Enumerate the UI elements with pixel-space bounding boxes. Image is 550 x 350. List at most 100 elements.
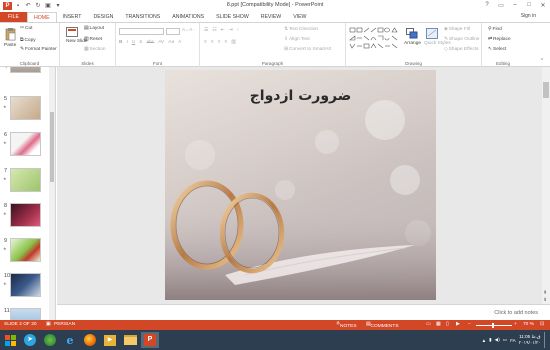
columns-icon[interactable]: ▥ bbox=[231, 40, 236, 45]
tray-overflow-icon[interactable]: ▲ bbox=[482, 338, 487, 343]
show-desktop-button[interactable] bbox=[544, 332, 547, 348]
slide-thumbnail[interactable] bbox=[10, 168, 41, 192]
maximize-button[interactable]: □ bbox=[522, 0, 536, 10]
zoom-slider[interactable] bbox=[476, 324, 512, 326]
normal-view-icon[interactable]: ▭ bbox=[426, 322, 431, 327]
change-case-icon[interactable]: Aa bbox=[168, 40, 174, 45]
collapse-ribbon-icon[interactable]: ⌃ bbox=[540, 59, 544, 64]
fit-slide-icon[interactable]: ⊡ bbox=[540, 322, 544, 327]
text-direction-button[interactable]: ⇅ Text Direction bbox=[284, 27, 318, 32]
current-slide[interactable]: ضرورت ازدواج bbox=[165, 70, 436, 300]
increase-indent-icon[interactable]: ⇥ bbox=[229, 28, 233, 33]
ribbon-display-icon[interactable]: ▭ bbox=[494, 0, 508, 10]
thumbnail-scrollbar[interactable] bbox=[49, 67, 55, 320]
quick-styles-icon[interactable] bbox=[426, 28, 438, 39]
decrease-indent-icon[interactable]: ⇤ bbox=[221, 28, 225, 33]
line-spacing-icon[interactable]: ↕ bbox=[237, 28, 239, 33]
bullets-icon[interactable]: ☰ bbox=[204, 28, 208, 33]
slide-thumbnail[interactable] bbox=[10, 67, 41, 73]
copy-button[interactable]: ⧉ Copy bbox=[20, 37, 36, 44]
input-language[interactable]: FA bbox=[510, 338, 516, 343]
powerpoint-taskbar-icon[interactable]: P bbox=[141, 332, 159, 348]
reset-button[interactable]: ▥ Reset bbox=[84, 37, 102, 42]
network-icon[interactable]: ▮ bbox=[489, 337, 492, 343]
shapes-gallery[interactable] bbox=[349, 27, 401, 51]
slide-thumbnail[interactable] bbox=[10, 96, 41, 120]
align-text-button[interactable]: ⇳ Align Text bbox=[284, 37, 310, 42]
italic-icon[interactable]: I bbox=[126, 40, 127, 45]
replace-button[interactable]: ⇄ Replace bbox=[488, 37, 511, 42]
shape-fill-button[interactable]: ◈ Shape Fill bbox=[444, 27, 470, 32]
zoom-in-icon[interactable]: + bbox=[514, 322, 517, 327]
language-indicator[interactable]: PERSIAN bbox=[54, 322, 75, 327]
slide-thumbnail[interactable] bbox=[10, 238, 41, 262]
slide-sorter-icon[interactable]: ▦ bbox=[436, 322, 441, 327]
numbering-icon[interactable]: ☷ bbox=[212, 28, 216, 33]
align-left-icon[interactable]: ≡ bbox=[204, 40, 207, 45]
prev-slide-icon[interactable]: ⇞ bbox=[543, 290, 547, 296]
smartart-button[interactable]: ⊞ Convert to SmartArt bbox=[284, 47, 331, 52]
globe-app-taskbar-icon[interactable] bbox=[41, 332, 59, 348]
notes-toggle[interactable]: ≙ NOTES bbox=[336, 322, 357, 329]
volume-icon[interactable]: ◀) bbox=[495, 337, 500, 343]
align-center-icon[interactable]: ≡ bbox=[211, 40, 214, 45]
shape-outline-button[interactable]: ✎ Shape Outline bbox=[444, 37, 479, 42]
bold-icon[interactable]: B bbox=[119, 40, 122, 45]
justify-icon[interactable]: ≡ bbox=[224, 40, 227, 45]
paste-button[interactable]: Paste bbox=[4, 43, 16, 48]
layout-button[interactable]: ▤ Layout bbox=[84, 26, 104, 31]
arrange-icon[interactable] bbox=[406, 28, 418, 39]
file-explorer-taskbar-icon[interactable] bbox=[121, 332, 139, 348]
align-right-icon[interactable]: ≡ bbox=[218, 40, 221, 45]
firefox-taskbar-icon[interactable] bbox=[81, 332, 99, 348]
tab-review[interactable]: REVIEW bbox=[255, 12, 287, 22]
internet-explorer-taskbar-icon[interactable]: e bbox=[61, 332, 79, 348]
help-icon[interactable]: ? bbox=[480, 0, 494, 10]
underline-icon[interactable]: U bbox=[132, 40, 135, 45]
editor-scrollbar-thumb[interactable] bbox=[543, 82, 549, 98]
zoom-out-icon[interactable]: – bbox=[468, 322, 471, 327]
comments-toggle[interactable]: ▤ COMMENTS bbox=[366, 322, 399, 329]
shape-effects-button[interactable]: ◇ Shape Effects bbox=[444, 47, 478, 52]
thumbnail-scrollbar-thumb[interactable] bbox=[50, 112, 54, 182]
close-button[interactable]: ✕ bbox=[536, 0, 550, 10]
tab-slide-show[interactable]: SLIDE SHOW bbox=[210, 12, 255, 22]
cut-button[interactable]: ✂ Cut bbox=[20, 26, 33, 31]
tab-animations[interactable]: ANIMATIONS bbox=[166, 12, 210, 22]
slideshow-icon[interactable]: ▶ bbox=[456, 322, 460, 327]
reading-view-icon[interactable]: ▯ bbox=[446, 322, 449, 327]
zoom-slider-thumb[interactable] bbox=[492, 322, 494, 328]
strikethrough-icon[interactable]: abc bbox=[146, 40, 154, 45]
zoom-level[interactable]: 70 % bbox=[523, 322, 534, 327]
slide-thumbnail[interactable] bbox=[10, 308, 41, 320]
font-grow-icons[interactable]: A ^ Aˇ bbox=[182, 28, 195, 33]
arrange-button[interactable]: Arrange bbox=[404, 41, 421, 46]
section-button[interactable]: ▦ Section bbox=[84, 47, 106, 52]
notes-pane[interactable]: Click to add notes bbox=[57, 304, 550, 320]
tab-view[interactable]: VIEW bbox=[287, 12, 312, 22]
tab-transitions[interactable]: TRANSITIONS bbox=[119, 12, 166, 22]
shadow-icon[interactable]: S bbox=[139, 40, 142, 45]
select-button[interactable]: ↖ Select bbox=[488, 47, 506, 52]
font-color-icon[interactable]: A bbox=[178, 40, 181, 45]
new-slide-icon[interactable] bbox=[66, 27, 78, 37]
telegram-taskbar-icon[interactable]: ➤ bbox=[21, 332, 39, 348]
sign-in-link[interactable]: Sign in bbox=[521, 13, 536, 19]
slide-title[interactable]: ضرورت ازدواج bbox=[165, 88, 436, 104]
slide-thumbnail[interactable] bbox=[10, 203, 41, 227]
tab-home[interactable]: HOME bbox=[26, 12, 57, 22]
tab-design[interactable]: DESIGN bbox=[87, 12, 119, 22]
minimize-button[interactable]: – bbox=[508, 0, 522, 10]
font-name-dropdown[interactable] bbox=[119, 28, 164, 35]
tab-file[interactable]: FILE bbox=[0, 12, 27, 22]
media-player-taskbar-icon[interactable]: ▶ bbox=[101, 332, 119, 348]
tab-insert[interactable]: INSERT bbox=[57, 12, 88, 22]
paste-icon[interactable] bbox=[5, 27, 16, 41]
find-button[interactable]: ⚲ Find bbox=[488, 27, 502, 32]
editor-scrollbar[interactable]: ⇞ ⇟ bbox=[542, 67, 550, 304]
font-size-dropdown[interactable] bbox=[166, 28, 180, 35]
format-painter-button[interactable]: ✎ Format Painter bbox=[20, 47, 57, 52]
char-spacing-icon[interactable]: AV bbox=[158, 40, 164, 45]
next-slide-icon[interactable]: ⇟ bbox=[543, 297, 547, 303]
clock[interactable]: 11:05 ق.ظ ۲۰۱۹/۰۱/۲۰ bbox=[519, 334, 541, 346]
